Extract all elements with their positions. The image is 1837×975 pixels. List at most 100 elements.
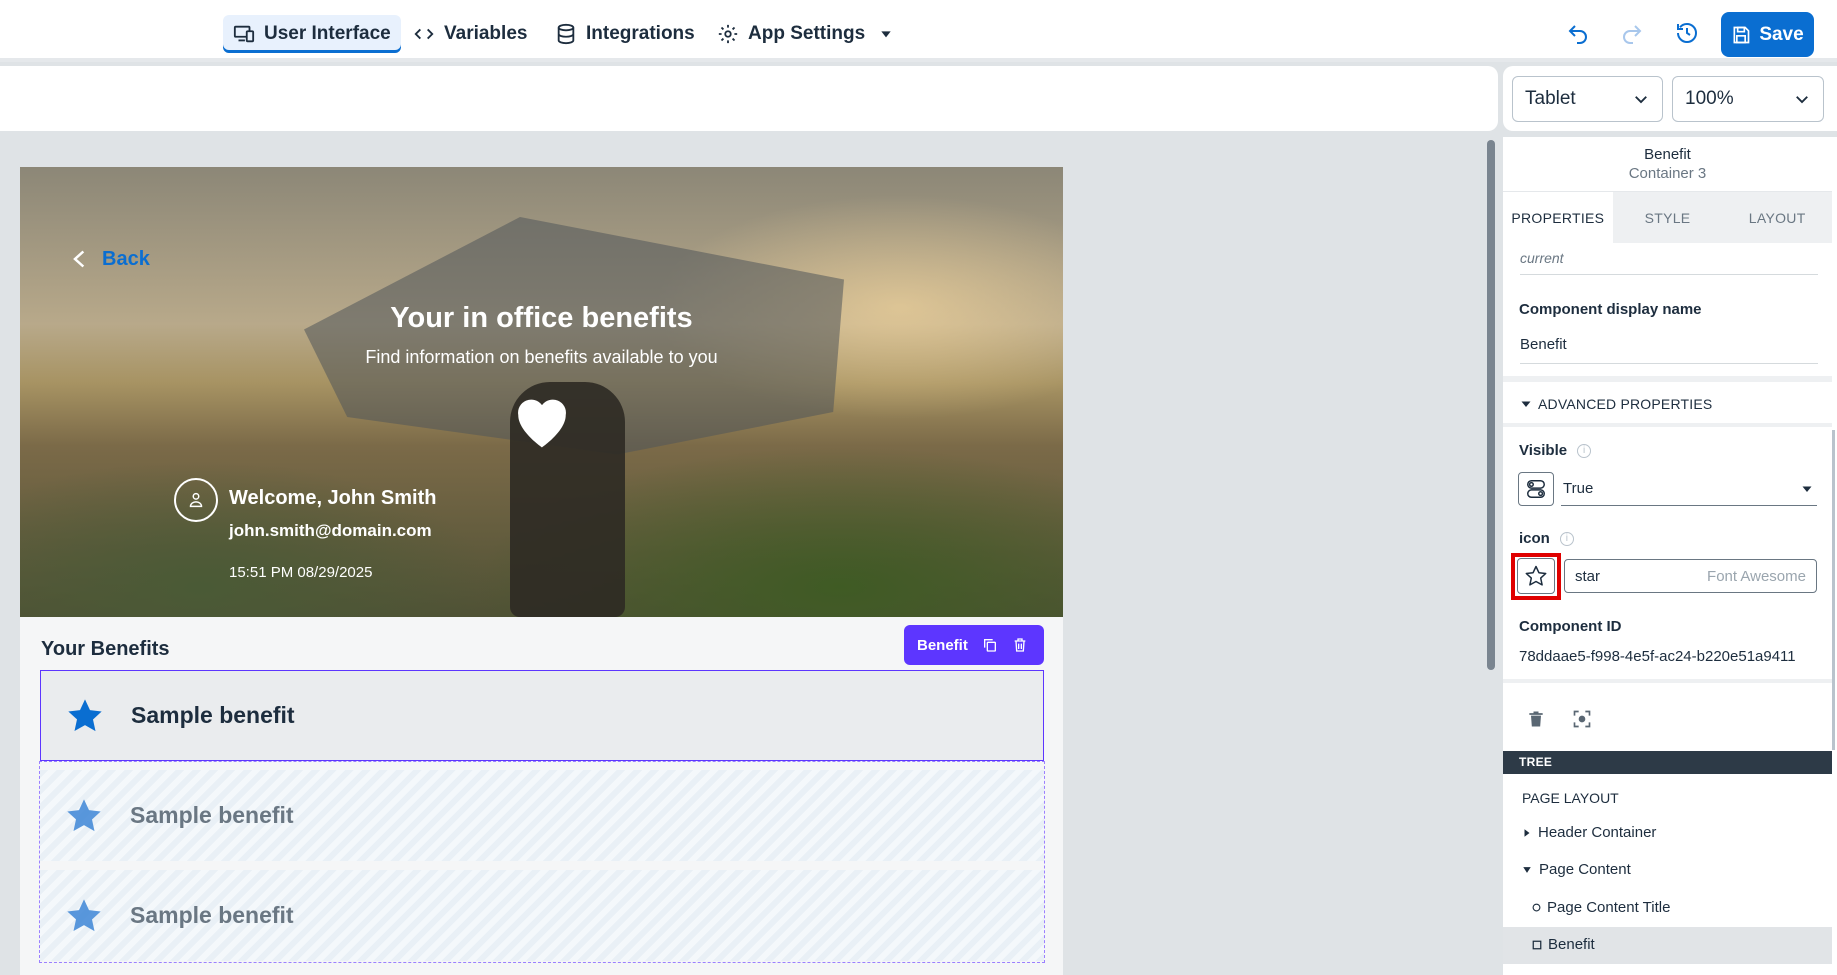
nav-label: Integrations	[586, 23, 695, 44]
caret-down-icon	[1802, 486, 1812, 492]
user-email: john.smith@domain.com	[229, 521, 432, 540]
tree-label: Page Content Title	[1547, 899, 1671, 916]
canvas-scrollbar[interactable]	[1487, 140, 1495, 670]
focus-icon	[1573, 710, 1591, 728]
nav-label: User Interface	[264, 23, 391, 44]
display-name-label: Component display name	[1519, 301, 1702, 318]
info-icon[interactable]: i	[1559, 532, 1574, 547]
back-label: Back	[102, 247, 150, 270]
database-icon	[557, 23, 575, 45]
circle-icon	[1532, 903, 1541, 912]
zoom-select-value: 100%	[1685, 88, 1734, 109]
timestamp: 15:51 PM 08/29/2025	[229, 564, 373, 581]
caret-down-icon	[1521, 401, 1531, 407]
floppy-icon	[1733, 26, 1750, 43]
chevron-down-icon	[1796, 96, 1808, 104]
user-icon	[189, 492, 203, 508]
icon-name-value: star	[1575, 567, 1601, 585]
highlight-box	[1511, 553, 1561, 600]
visible-select[interactable]: True	[1561, 472, 1817, 506]
device-select[interactable]: Tablet	[1512, 76, 1663, 122]
history-icon	[1677, 22, 1697, 43]
star-icon	[67, 798, 101, 831]
info-icon[interactable]: i	[1577, 444, 1592, 459]
undo-button[interactable]	[1563, 18, 1593, 48]
tree-label: Header Container	[1538, 824, 1657, 841]
caret-down-icon	[881, 31, 891, 38]
benefit-item-selected[interactable]: Sample benefit	[40, 670, 1044, 761]
current-field[interactable]: current	[1520, 250, 1818, 275]
back-link[interactable]: Back	[70, 245, 150, 273]
nav-user-interface[interactable]: User Interface	[223, 15, 401, 53]
nav-label: App Settings	[748, 23, 866, 44]
page-content-title: Your Benefits	[41, 638, 170, 660]
tab-style[interactable]: STYLE	[1612, 192, 1723, 243]
hero-title: Your in office benefits	[390, 302, 693, 334]
display-name-input[interactable]: Benefit	[1520, 336, 1818, 364]
undo-icon	[1568, 25, 1587, 44]
visible-select-value: True	[1563, 480, 1594, 497]
zoom-select[interactable]: 100%	[1672, 76, 1824, 122]
device-select-value: Tablet	[1525, 88, 1576, 109]
selected-component-parent: Container 3	[1628, 165, 1707, 182]
panel-scrollbar[interactable]	[1832, 430, 1835, 750]
star-icon	[67, 898, 101, 931]
tab-layout[interactable]: LAYOUT	[1722, 192, 1833, 243]
tree-item-header-container[interactable]: Header Container	[1522, 824, 1656, 841]
toggle-icon	[1527, 480, 1545, 498]
nav-app-settings[interactable]: App Settings	[707, 15, 904, 53]
copy-icon[interactable]	[982, 637, 998, 653]
history-button[interactable]	[1672, 18, 1702, 48]
tree-item-page-content-title[interactable]: Page Content Title	[1532, 899, 1670, 916]
hero-subtitle: Find information on benefits available t…	[365, 347, 718, 367]
nav-integrations[interactable]: Integrations	[545, 15, 705, 53]
panel-tabs: PROPERTIES STYLE LAYOUT	[1503, 191, 1833, 243]
nav-variables[interactable]: Variables	[403, 15, 537, 53]
heart-icon	[518, 399, 566, 448]
tree-item-benefit[interactable]: Benefit	[1532, 936, 1595, 953]
square-icon	[1532, 940, 1542, 949]
benefit-label: Sample benefit	[130, 802, 294, 828]
welcome-text: Welcome, John Smith	[229, 487, 437, 509]
benefit-item-ghost: Sample benefit	[40, 870, 1044, 961]
binding-toggle-icon[interactable]	[1518, 472, 1554, 506]
visible-label-text: Visible	[1519, 442, 1568, 459]
selected-component-chip[interactable]: Benefit	[904, 625, 1044, 665]
benefit-item-ghost: Sample benefit	[40, 770, 1044, 861]
chevron-left-icon	[73, 250, 85, 268]
section-divider	[1503, 423, 1832, 427]
advanced-properties-label: ADVANCED PROPERTIES	[1538, 396, 1713, 412]
icon-label: icon i	[1519, 530, 1574, 547]
devices-icon	[233, 25, 255, 43]
caret-down-icon	[1523, 866, 1531, 873]
section-divider	[1503, 679, 1832, 683]
gear-icon	[718, 24, 738, 44]
save-label: Save	[1759, 23, 1804, 45]
canvas-toolbar	[0, 66, 1498, 131]
tree-label: Benefit	[1548, 936, 1595, 953]
icon-name-input[interactable]: star Font Awesome	[1564, 559, 1817, 593]
delete-component-button[interactable]	[1524, 707, 1548, 731]
code-icon	[414, 28, 434, 40]
tree-label: Page Content	[1539, 861, 1631, 878]
star-icon	[68, 698, 102, 731]
benefit-label: Sample benefit	[131, 702, 295, 728]
tree-item-page-content[interactable]: Page Content	[1521, 861, 1631, 878]
focus-component-button[interactable]	[1570, 707, 1594, 731]
trash-icon[interactable]	[1012, 637, 1028, 653]
visible-label: Visible i	[1519, 442, 1592, 459]
icon-library-hint: Font Awesome	[1707, 567, 1806, 585]
nav-label: Variables	[444, 23, 528, 44]
redo-button[interactable]	[1617, 18, 1647, 48]
selected-component-name: Benefit	[1644, 146, 1691, 163]
save-button[interactable]: Save	[1721, 12, 1814, 57]
advanced-properties-toggle[interactable]: ADVANCED PROPERTIES	[1520, 396, 1712, 412]
top-bar: User Interface Variables Integrations Ap…	[0, 0, 1837, 62]
icon-label-text: icon	[1519, 530, 1550, 547]
trash-icon	[1529, 711, 1543, 727]
preview-toolbar: Tablet 100%	[1503, 66, 1837, 131]
tab-properties[interactable]: PROPERTIES	[1503, 192, 1613, 243]
benefit-label: Sample benefit	[130, 902, 294, 928]
avatar	[174, 478, 218, 522]
chevron-down-icon	[1635, 96, 1647, 104]
